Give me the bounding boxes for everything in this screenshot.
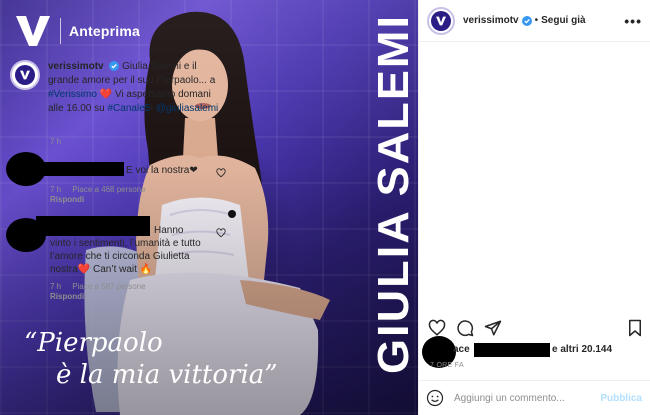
hashtag-verissimo[interactable]: #Verissimo <box>48 89 97 100</box>
post-header: verissimotv • Segui già ••• <box>419 0 650 42</box>
vertical-name-text: GIULIA SALEMI <box>369 14 418 374</box>
verified-badge-icon <box>521 15 532 26</box>
comment-text: Hanno vinto i sentimenti, l’umanità e tu… <box>50 225 201 275</box>
more-options-icon[interactable]: ••• <box>624 13 642 29</box>
verissimo-logo-icon <box>16 16 50 46</box>
caption-time: 7 h <box>50 137 62 146</box>
caption-text: verissimotv Giulia Salemi e il grande am… <box>48 60 224 116</box>
comment-meta: 7 h Piace a 587 persone <box>50 282 146 291</box>
caption-avatar[interactable] <box>10 60 40 90</box>
brand-label: Anteprima <box>69 23 141 39</box>
comment-like-count[interactable]: Piace a 587 persone <box>72 282 145 291</box>
likes-prefix: ace <box>453 344 470 355</box>
share-paper-plane-icon[interactable] <box>484 319 502 337</box>
publish-button[interactable]: Pubblica <box>600 393 642 404</box>
verissimo-brand: Anteprima <box>14 14 140 48</box>
comment-time: 7 h <box>50 185 62 194</box>
following-button[interactable]: Segui già <box>541 15 585 26</box>
quote-block: “Pierpaolo è la mia vittoria” <box>24 328 278 392</box>
add-comment-bar: Pubblica <box>418 380 650 415</box>
verified-badge-icon <box>109 61 120 72</box>
verissimo-avatar-icon <box>431 10 451 31</box>
quote-line-2: è la mia vittoria” <box>56 360 278 390</box>
header-username[interactable]: verissimotv <box>463 15 519 26</box>
comment-like-heart-icon[interactable] <box>216 228 226 238</box>
comment-like-heart-icon[interactable] <box>216 168 226 178</box>
comment-text: E voi la nostra❤ <box>126 165 198 176</box>
comment-username-redacted <box>36 162 124 176</box>
svg-text:GIULIA SALEMI: GIULIA SALEMI <box>369 14 418 374</box>
verissimo-avatar-icon <box>15 65 35 85</box>
caption-username[interactable]: verissimotv <box>48 61 104 72</box>
brand-divider <box>60 18 61 44</box>
liker-name-redacted <box>474 343 550 357</box>
post-timestamp: 7 ORE FA <box>430 362 464 369</box>
emoji-smiley-icon[interactable] <box>426 389 444 407</box>
comment-meta: 7 h Piace a 468 persone <box>50 185 146 194</box>
like-heart-icon[interactable] <box>428 319 446 337</box>
comment-reply-button[interactable]: Rispondi <box>50 292 84 301</box>
header-separator: • <box>534 15 539 26</box>
comment-reply-button[interactable]: Rispondi <box>50 195 84 204</box>
profile-avatar[interactable] <box>427 6 455 35</box>
comment-item: Hanno vinto i sentimenti, l’umanità e tu… <box>6 212 226 308</box>
comment-item: E voi la nostra❤ 7 h Piace a 468 persone… <box>6 148 226 212</box>
heart-emoji-icon: ❤️ <box>99 89 113 100</box>
quote-line-1: “Pierpaolo <box>24 328 163 358</box>
comment-like-count[interactable]: Piace a 468 persone <box>72 185 145 194</box>
comment-input[interactable] <box>454 392 594 404</box>
comment-time: 7 h <box>50 282 62 291</box>
hashtag-canale5[interactable]: #Canale5 <box>108 103 151 114</box>
post-caption: verissimotv Giulia Salemi e il grande am… <box>10 60 224 116</box>
comment-bubble-icon[interactable] <box>456 319 474 337</box>
save-bookmark-icon[interactable] <box>626 319 644 337</box>
likes-count[interactable]: e altri 20.144 <box>552 344 612 355</box>
mention-giuliasalemi[interactable]: @giuliasalemi <box>156 103 218 114</box>
